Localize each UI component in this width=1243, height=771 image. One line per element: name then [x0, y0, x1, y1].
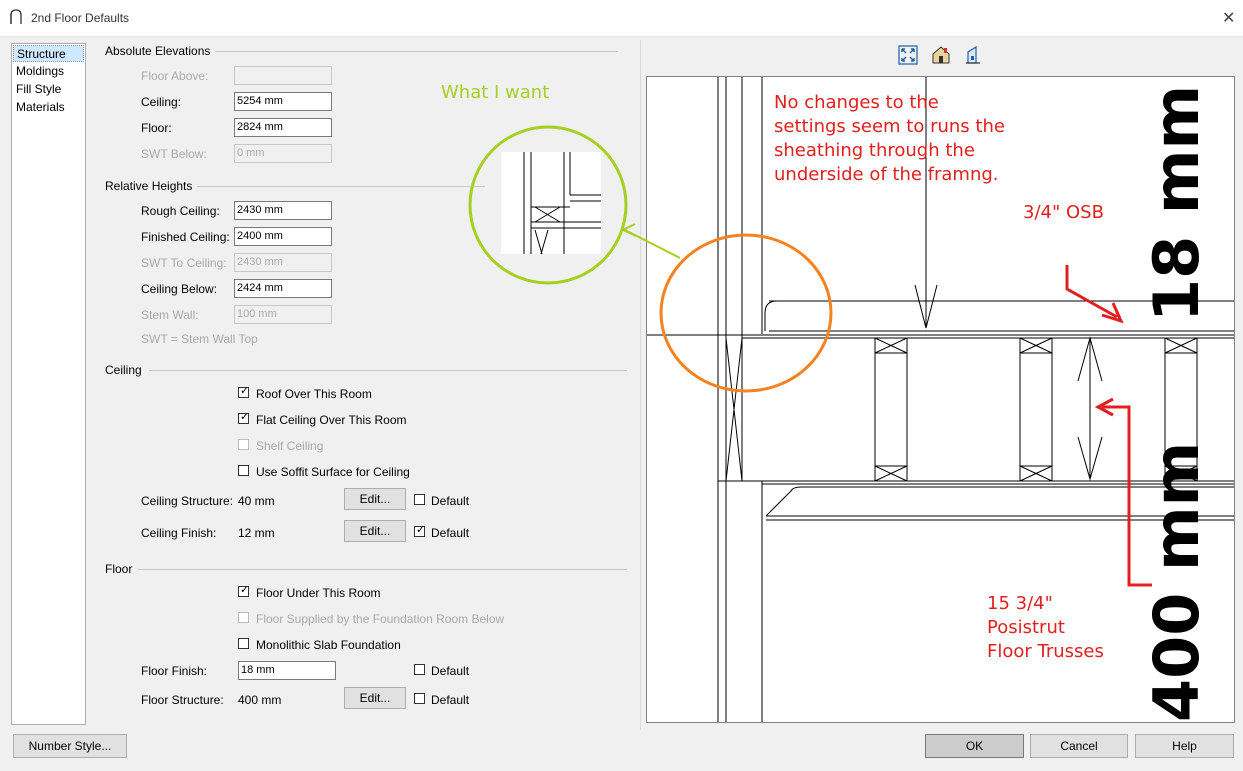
shelf-ceiling-label: Shelf Ceiling — [256, 439, 324, 453]
floor-above-label: Floor Above: — [141, 69, 209, 83]
ceiling-below-label: Ceiling Below: — [141, 282, 218, 296]
section-heading: Floor — [105, 562, 139, 576]
ceiling-structure-value: 40 mm — [238, 494, 275, 508]
floor-finish-default-label: Default — [431, 664, 470, 678]
shelf-ceiling-checkbox — [238, 439, 249, 450]
stem-wall-label: Stem Wall: — [141, 308, 199, 322]
green-callout — [468, 125, 681, 285]
what-i-want-label: What I want — [441, 82, 550, 103]
nav-item-fill-style[interactable]: Fill Style — [13, 81, 84, 98]
floor-finish-label: Floor Finish: — [141, 664, 208, 678]
section-heading: Absolute Elevations — [105, 44, 217, 58]
section-heading: Ceiling — [105, 363, 148, 377]
ceiling-finish-default-checkbox[interactable]: ✓ — [414, 524, 425, 537]
ceiling-structure-label: Ceiling Structure: — [141, 494, 234, 508]
relative-heights-section: Relative Heights — [105, 179, 485, 193]
floor-field[interactable]: 2824 mm — [234, 118, 332, 137]
ceiling-structure-default-checkbox[interactable] — [414, 494, 425, 505]
window-title: 2nd Floor Defaults — [31, 11, 130, 25]
cancel-button[interactable]: Cancel — [1030, 734, 1128, 758]
nav-item-materials[interactable]: Materials — [13, 99, 84, 116]
ceiling-finish-default-label: Default — [431, 526, 470, 540]
ceiling-structure-edit-button[interactable]: Edit... — [344, 488, 406, 510]
ceiling-section: Ceiling — [105, 363, 627, 377]
flat-ceiling-checkbox[interactable]: ✓ — [238, 411, 249, 424]
swt-to-ceiling-label: SWT To Ceiling: — [141, 256, 227, 270]
section-heading: Relative Heights — [105, 179, 199, 193]
floor-structure-default-label: Default — [431, 693, 470, 707]
app-icon — [10, 9, 22, 24]
preview-pane: No changes to the settings seem to runs … — [646, 76, 1235, 723]
soffit-checkbox[interactable] — [238, 465, 249, 476]
swt-note: SWT = Stem Wall Top — [141, 332, 258, 346]
swt-below-label: SWT Below: — [141, 147, 207, 161]
floor-supplied-checkbox — [238, 612, 249, 623]
roof-over-checkbox[interactable]: ✓ — [238, 385, 249, 398]
category-list[interactable]: Structure Moldings Fill Style Materials — [11, 43, 86, 725]
swt-below-field: 0 mm — [234, 144, 332, 163]
floor-above-field — [234, 66, 332, 85]
floor-structure-default-checkbox[interactable] — [414, 693, 425, 704]
close-icon[interactable]: ✕ — [1222, 8, 1235, 28]
fit-window-icon[interactable] — [898, 45, 918, 65]
swt-to-ceiling-field: 2430 mm — [234, 253, 332, 272]
floor-structure-label: Floor Structure: — [141, 693, 224, 707]
ceiling-below-field[interactable]: 2424 mm — [234, 279, 332, 298]
monolithic-checkbox[interactable] — [238, 638, 249, 649]
roof-over-label: Roof Over This Room — [256, 387, 372, 401]
ceiling-label: Ceiling: — [141, 95, 182, 109]
rough-ceiling-field[interactable]: 2430 mm — [234, 201, 332, 220]
floor-under-checkbox[interactable]: ✓ — [238, 584, 249, 597]
title-bar: 2nd Floor Defaults ✕ — [0, 0, 1243, 37]
finished-ceiling-field[interactable]: 2400 mm — [234, 227, 332, 246]
help-button[interactable]: Help — [1135, 734, 1234, 758]
dim-label-400mm: 400 mm — [1140, 441, 1213, 722]
finished-ceiling-label: Finished Ceiling: — [141, 230, 230, 244]
elevation-view-icon[interactable] — [964, 45, 984, 65]
floor-finish-default-checkbox[interactable] — [414, 664, 425, 675]
floor-structure-edit-button[interactable]: Edit... — [344, 687, 406, 709]
ceiling-field[interactable]: 5254 mm — [234, 92, 332, 111]
floor-under-label: Floor Under This Room — [256, 586, 381, 600]
absolute-elevations-section: Absolute Elevations — [105, 44, 618, 58]
soffit-label: Use Soffit Surface for Ceiling — [256, 465, 410, 479]
nav-item-structure[interactable]: Structure — [13, 45, 84, 62]
ok-button[interactable]: OK — [925, 734, 1024, 758]
floor-finish-field[interactable]: 18 mm — [238, 661, 336, 680]
ceiling-structure-default-label: Default — [431, 494, 470, 508]
floor-section: Floor — [105, 562, 627, 576]
floor-structure-value: 400 mm — [238, 693, 282, 707]
floor-supplied-label: Floor Supplied by the Foundation Room Be… — [256, 612, 505, 626]
stem-wall-field: 100 mm — [234, 305, 332, 324]
flat-ceiling-label: Flat Ceiling Over This Room — [256, 413, 407, 427]
ceiling-finish-label: Ceiling Finish: — [141, 526, 217, 540]
ceiling-finish-edit-button[interactable]: Edit... — [344, 520, 406, 542]
dim-label-18mm: 18 mm — [1140, 84, 1213, 322]
rough-ceiling-label: Rough Ceiling: — [141, 204, 220, 218]
number-style-button[interactable]: Number Style... — [13, 734, 127, 758]
floor-label: Floor: — [141, 121, 172, 135]
ceiling-finish-value: 12 mm — [238, 526, 275, 540]
3d-view-icon[interactable] — [931, 45, 951, 65]
nav-item-moldings[interactable]: Moldings — [13, 63, 84, 80]
monolithic-label: Monolithic Slab Foundation — [256, 638, 401, 652]
